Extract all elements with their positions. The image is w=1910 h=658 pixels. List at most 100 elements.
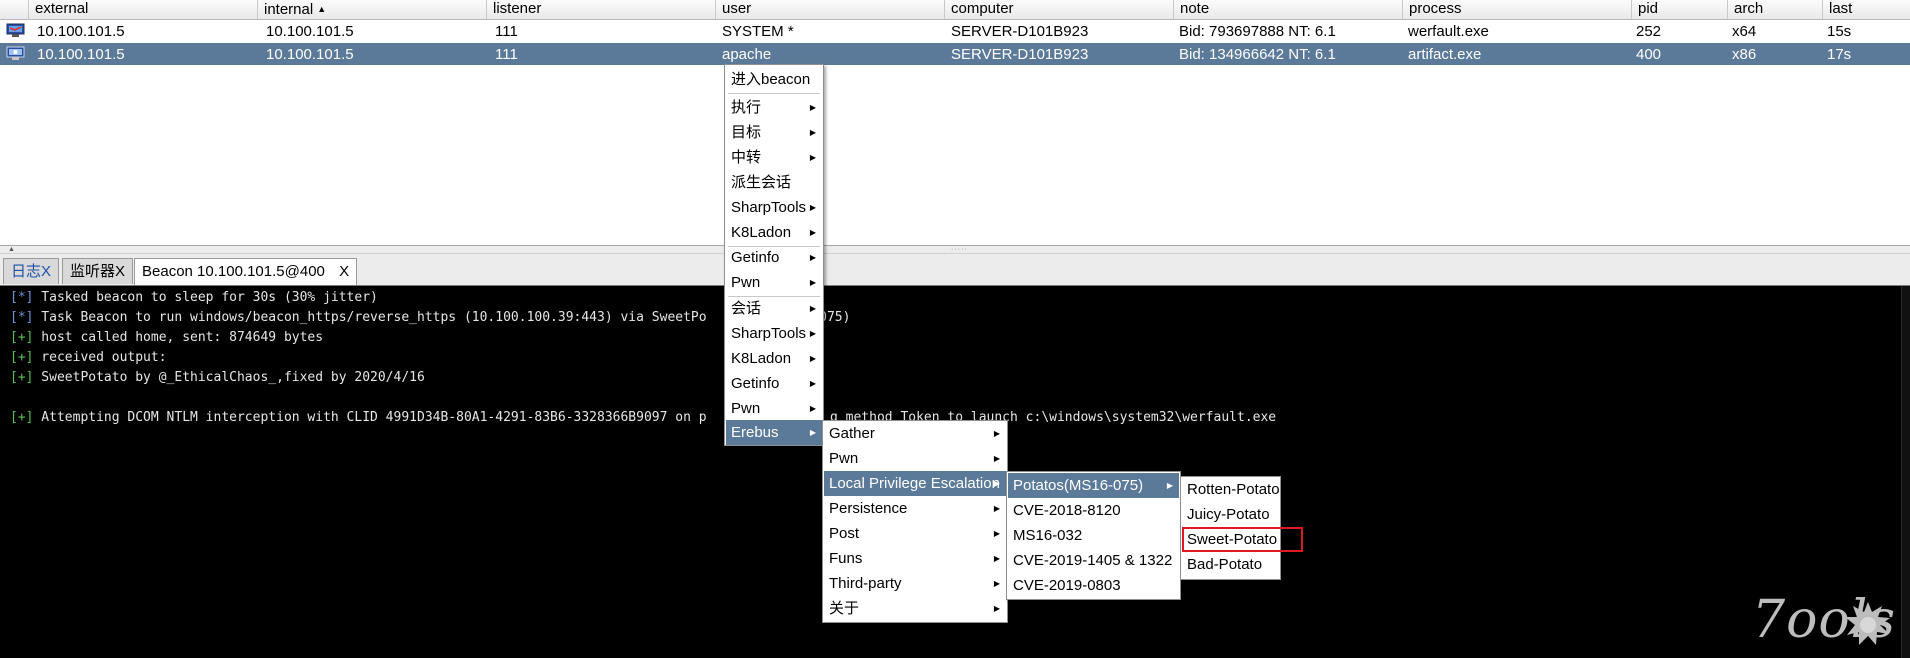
console-line: [+] host called home, sent: 874649 bytes (10, 330, 324, 345)
cell-arch: x64 (1732, 23, 1757, 40)
submenu-arrow-icon: ▶ (993, 604, 1000, 613)
menu-item-funs[interactable]: Funs ▶ (824, 546, 1006, 571)
submenu-arrow-icon: ▶ (993, 529, 1000, 538)
menu-item-gather[interactable]: Gather ▶ (824, 421, 1006, 446)
cell-arch: x86 (1732, 46, 1757, 63)
splitter-grip-icon[interactable]: ····· (951, 246, 968, 253)
submenu-arrow-icon: ▶ (809, 404, 816, 413)
session-table: external internal ▲ listener user compute… (0, 0, 1910, 245)
column-header-icon[interactable] (0, 0, 29, 19)
menu-item-third-party[interactable]: Third-party ▶ (824, 571, 1006, 596)
submenu-arrow-icon: ▶ (809, 103, 816, 112)
submenu-arrow-icon: ▶ (993, 479, 1000, 488)
table-header: external internal ▲ listener user compute… (0, 0, 1910, 20)
column-header-listener[interactable]: listener (487, 0, 716, 19)
console-line: [*] Tasked beacon to sleep for 30s (30% … (10, 290, 378, 305)
submenu-arrow-icon: ▶ (809, 228, 816, 237)
beacon-session-icon (6, 46, 25, 60)
menu-item-k8ladon[interactable]: K8Ladon ▶ (726, 220, 822, 245)
column-header-pid[interactable]: pid (1632, 0, 1728, 19)
submenu-arrow-icon: ▶ (809, 428, 816, 437)
menu-item-erebus[interactable]: Erebus ▶ (726, 420, 822, 445)
panel-splitter[interactable]: ▲▼ ····· (0, 245, 1910, 261)
cell-listener: 111 (495, 23, 518, 40)
menu-item-local-privilege-escalation[interactable]: Local Privilege Escalation ▶ (824, 471, 1006, 496)
context-menu-main: 进入beacon 执行 ▶ 目标 ▶ 中转 ▶ 派生会话 SharpTools ▶ K8… (724, 64, 824, 446)
menu-item-post[interactable]: Post ▶ (824, 521, 1006, 546)
submenu-arrow-icon: ▶ (809, 153, 816, 162)
menu-item-ms16-032[interactable]: MS16-032 (1008, 523, 1179, 548)
submenu-arrow-icon: ▶ (993, 454, 1000, 463)
menu-item-persistence[interactable]: Persistence ▶ (824, 496, 1006, 521)
column-header-process[interactable]: process (1403, 0, 1632, 19)
menu-item-pivot[interactable]: 中转 ▶ (726, 145, 822, 170)
menu-item-getinfo[interactable]: Getinfo ▶ (726, 245, 822, 270)
cell-external: 10.100.101.5 (37, 46, 125, 63)
cell-note: Bid: 134966642 NT: 6.1 (1179, 46, 1336, 63)
sort-ascending-icon: ▲ (317, 4, 327, 14)
submenu-arrow-icon: ▶ (809, 304, 816, 313)
menu-item-execute[interactable]: 执行 ▶ (726, 95, 822, 120)
menu-item-spawn-session[interactable]: 派生会话 (726, 170, 822, 195)
menu-item-juicy-potato[interactable]: Juicy-Potato (1182, 502, 1279, 527)
menu-item-cve-2019-0803[interactable]: CVE-2019-0803 (1008, 573, 1179, 598)
tab-beacon-console[interactable]: Beacon 10.100.101.5@400 X (134, 258, 358, 285)
menu-item-pwn[interactable]: Pwn ▶ (726, 270, 822, 295)
cell-internal: 10.100.101.5 (266, 23, 354, 40)
submenu-arrow-icon: ▶ (809, 354, 816, 363)
column-header-last[interactable]: last (1823, 0, 1910, 19)
table-row-selected[interactable]: 10.100.101.5 10.100.101.5 111 apache SER… (0, 43, 1910, 65)
cell-internal: 10.100.101.5 (266, 46, 354, 63)
submenu-arrow-icon: ▶ (809, 379, 816, 388)
column-header-note[interactable]: note (1174, 0, 1403, 19)
submenu-arrow-icon: ▶ (809, 128, 816, 137)
menu-item-cve-2019-1405[interactable]: CVE-2019-1405 & 1322 (1008, 548, 1179, 573)
cell-pid: 252 (1636, 23, 1662, 40)
menu-item-potatos[interactable]: Potatos(MS16-075) ▶ (1008, 473, 1179, 498)
submenu-arrow-icon: ▶ (1166, 481, 1173, 490)
menu-item-sharptools[interactable]: SharpTools ▶ (726, 195, 822, 220)
submenu-arrow-icon: ▶ (993, 554, 1000, 563)
cell-external: 10.100.101.5 (37, 23, 125, 40)
menu-item-k8ladon-2[interactable]: K8Ladon ▶ (726, 346, 822, 371)
menu-item-bad-potato[interactable]: Bad-Potato (1182, 552, 1279, 577)
menu-item-sharptools-2[interactable]: SharpTools ▶ (726, 321, 822, 346)
tab-close-button[interactable]: X (339, 263, 349, 280)
menu-item-target[interactable]: 目标 ▶ (726, 120, 822, 145)
column-header-arch[interactable]: arch (1728, 0, 1823, 19)
menu-item-rotten-potato[interactable]: Rotten-Potato (1182, 477, 1280, 502)
beacon-session-icon (6, 23, 25, 37)
submenu-arrow-icon: ▶ (809, 278, 816, 287)
cell-listener: 111 (495, 46, 518, 63)
cell-note: Bid: 793697888 NT: 6.1 (1179, 23, 1336, 40)
menu-item-getinfo-2[interactable]: Getinfo ▶ (726, 371, 822, 396)
tab-listeners[interactable]: 监听器X (62, 258, 134, 284)
column-header-user[interactable]: user (716, 0, 945, 19)
menu-item-session[interactable]: 会话 ▶ (726, 296, 822, 321)
tab-log[interactable]: 日志X (3, 258, 60, 284)
column-header-external[interactable]: external (29, 0, 258, 19)
table-row[interactable]: 10.100.101.5 10.100.101.5 111 SYSTEM * S… (0, 20, 1910, 42)
menu-item-about[interactable]: 关于 ▶ (824, 596, 1006, 621)
submenu-arrow-icon: ▶ (993, 579, 1000, 588)
tab-bar: 日志X 监听器X Beacon 10.100.101.5@400 X (0, 254, 1910, 285)
cell-last: 17s (1827, 46, 1852, 63)
console-line: [*] Task Beacon to run windows/beacon_ht… (10, 310, 707, 325)
watermark-splash-icon (1845, 602, 1890, 645)
menu-item-pwn[interactable]: Pwn ▶ (824, 446, 1006, 471)
context-menu-local-privilege-escalation: Potatos(MS16-075) ▶ CVE-2018-8120 MS16-03… (1006, 471, 1181, 600)
menu-item-cve-2018-8120[interactable]: CVE-2018-8120 (1008, 498, 1179, 523)
cell-process: artifact.exe (1408, 46, 1482, 63)
console-line: [+] SweetPotato by @_EthicalChaos_,fixed… (10, 370, 425, 385)
console-scrollbar[interactable] (1901, 286, 1910, 658)
column-header-internal[interactable]: internal ▲ (258, 0, 487, 19)
console-line: [+] Attempting DCOM NTLM interception wi… (10, 410, 707, 425)
submenu-arrow-icon: ▶ (993, 429, 1000, 438)
context-menu-erebus: Gather ▶ Pwn ▶ Local Privilege Escalation ▶… (822, 420, 1008, 623)
submenu-arrow-icon: ▶ (993, 504, 1000, 513)
column-header-computer[interactable]: computer (945, 0, 1174, 19)
submenu-arrow-icon: ▶ (809, 329, 816, 338)
menu-item-interact[interactable]: 进入beacon (726, 67, 822, 92)
menu-item-pwn-2[interactable]: Pwn ▶ (726, 396, 822, 421)
cell-user: SYSTEM * (722, 23, 794, 40)
